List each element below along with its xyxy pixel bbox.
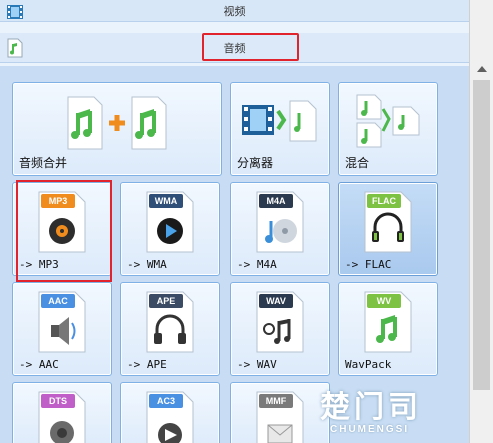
category-video-header[interactable]: 视频 (0, 0, 469, 22)
format-m4a-label: -> M4A (237, 258, 277, 271)
mix-icon (353, 93, 423, 154)
tool-splitter-label: 分离器 (237, 156, 274, 170)
format-ape-tag: APE (149, 294, 183, 308)
format-wavpack-tag: WV (367, 294, 401, 308)
format-wma-tag: WMA (149, 194, 183, 208)
format-dts-tag: DTS (41, 394, 75, 408)
format-ape-label: -> APE (127, 358, 167, 371)
aac-file-icon: AAC (37, 291, 87, 353)
format-wav[interactable]: WAV -> WAV (230, 282, 330, 376)
ape-file-icon: APE (145, 291, 195, 353)
ac3-file-icon: AC3 (145, 391, 195, 443)
m4a-file-icon: M4A (255, 191, 305, 253)
vertical-scrollbar[interactable] (469, 0, 493, 443)
audio-merge-icon (62, 93, 172, 156)
format-mmf-tag: MMF (259, 394, 293, 408)
scroll-up-arrow-icon[interactable] (477, 66, 487, 72)
format-aac[interactable]: AAC -> AAC (12, 282, 112, 376)
tool-mix-label: 混合 (345, 156, 370, 170)
tool-audio-merge[interactable]: 音频合并 (12, 82, 222, 176)
format-dts[interactable]: DTS (12, 382, 112, 443)
watermark-text: 楚门司 (320, 390, 422, 425)
watermark-subtext: CHUMENGSI (330, 424, 410, 435)
format-ac3-tag: AC3 (149, 394, 183, 408)
mp3-selection-highlight (16, 180, 112, 282)
format-m4a-tag: M4A (259, 194, 293, 208)
flac-file-icon: FLAC (363, 191, 413, 253)
tool-splitter[interactable]: 分离器 (230, 82, 330, 176)
wma-file-icon: WMA (145, 191, 195, 253)
tool-mix[interactable]: 混合 (338, 82, 438, 176)
format-wav-label: -> WAV (237, 358, 277, 371)
wav-file-icon: WAV (255, 291, 305, 353)
scrollbar-thumb[interactable] (473, 80, 490, 390)
format-wma-label: -> WMA (127, 258, 167, 271)
format-ape[interactable]: APE -> APE (120, 282, 220, 376)
format-aac-tag: AAC (41, 294, 75, 308)
watermark-logo: 楚门司 CHUMENGSI (312, 380, 493, 443)
format-flac-label: -> FLAC (345, 258, 392, 271)
format-ac3[interactable]: AC3 (120, 382, 220, 443)
wavpack-file-icon: WV (363, 291, 413, 353)
format-wavpack[interactable]: WV WavPack (338, 282, 438, 376)
dts-file-icon: DTS (37, 391, 87, 443)
category-video-title: 视频 (223, 5, 246, 18)
format-m4a[interactable]: M4A -> M4A (230, 182, 330, 276)
mmf-file-icon: MMF (255, 391, 305, 443)
format-flac-tag: FLAC (367, 194, 401, 208)
format-aac-label: -> AAC (19, 358, 59, 371)
format-wma[interactable]: WMA -> WMA (120, 182, 220, 276)
audio-category-highlight (202, 33, 299, 61)
format-flac[interactable]: FLAC -> FLAC (338, 182, 438, 276)
splitter-icon (240, 97, 320, 150)
tool-audio-merge-label: 音频合并 (19, 156, 68, 170)
format-wav-tag: WAV (259, 294, 293, 308)
format-wavpack-label: WavPack (345, 358, 392, 371)
